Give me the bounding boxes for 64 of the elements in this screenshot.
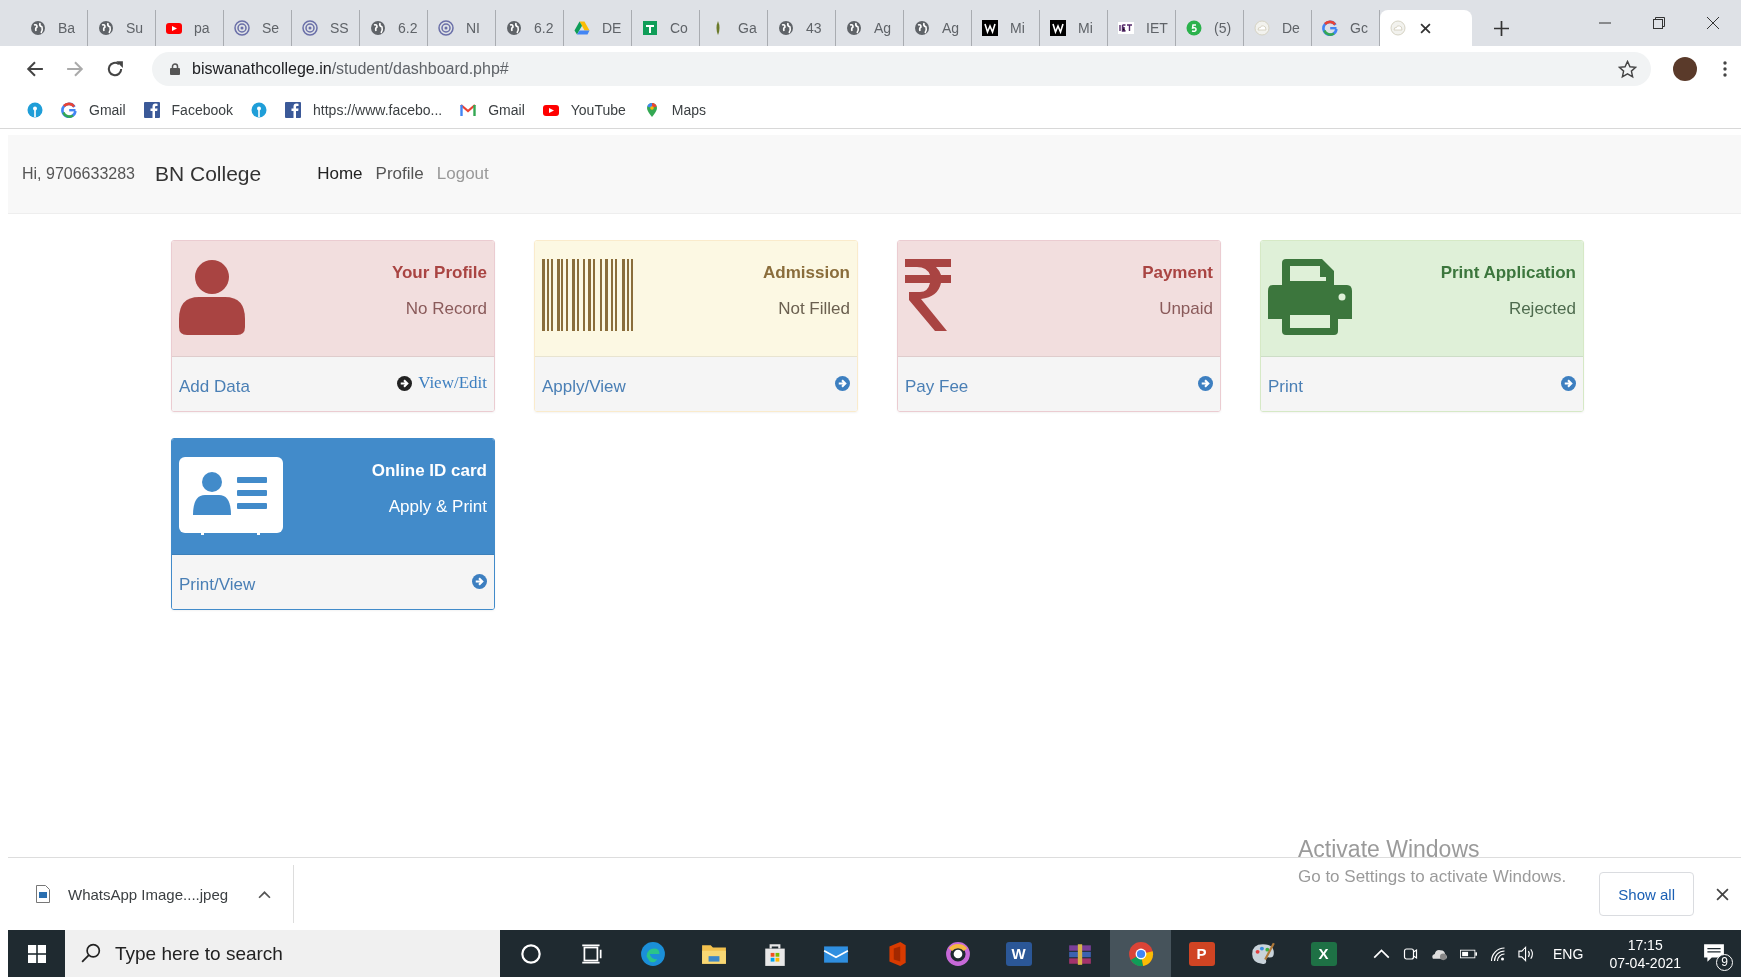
browser-tab[interactable]: Ag: [836, 10, 904, 46]
card-status: Not Filled: [778, 299, 850, 319]
card-status: Rejected: [1508, 299, 1576, 319]
browser-tab[interactable]: Ba: [20, 10, 88, 46]
browser-tab[interactable]: SS: [292, 10, 360, 46]
clock-time[interactable]: 17:15: [1627, 936, 1663, 953]
browser-tab[interactable]: Su: [88, 10, 156, 46]
language-indicator[interactable]: ENG: [1553, 945, 1584, 962]
url-path: /student/dashboard.php#: [331, 60, 509, 77]
activation-message: Go to Settings to activate Windows.: [1298, 867, 1567, 887]
browser-tab[interactable]: 43: [768, 10, 836, 46]
activation-title: Activate Windows: [1298, 836, 1481, 863]
card-link[interactable]: Add Data: [179, 371, 250, 397]
browser-tab[interactable]: NI: [428, 10, 496, 46]
spreadsheet-icon[interactable]: X: [1310, 941, 1337, 966]
browser-tab[interactable]: Mi: [1040, 10, 1108, 46]
view-edit-link[interactable]: View/Edit: [418, 373, 487, 393]
browser-tab[interactable]: Mi: [972, 10, 1040, 46]
browser-tab[interactable]: (5): [1176, 10, 1244, 46]
nav-link[interactable]: Logout: [436, 164, 489, 184]
browser-tab[interactable]: Ag: [904, 10, 972, 46]
card-status: Unpaid: [1159, 299, 1213, 319]
nav-link[interactable]: Profile: [375, 164, 424, 184]
browser-tab[interactable]: Ga: [700, 10, 768, 46]
address-bar[interactable]: biswanathcollege.in/student/dashboard.php#: [152, 52, 1651, 86]
nav-link[interactable]: Home: [317, 164, 363, 184]
browser-tab[interactable]: DE: [564, 10, 632, 46]
browser-tab[interactable]: Se: [224, 10, 292, 46]
browser-tab[interactable]: 6.2: [496, 10, 564, 46]
browser-tab[interactable]: IET: [1108, 10, 1176, 46]
card-link[interactable]: Pay Fee: [905, 371, 969, 397]
bookmark[interactable]: YouTube: [542, 102, 626, 118]
card-title: Admission: [763, 263, 850, 283]
bookmark[interactable]: Facebook: [143, 102, 234, 118]
browser-tab[interactable]: pa: [156, 10, 224, 46]
card-title: Print Application: [1440, 263, 1576, 283]
card-status: No Record: [405, 299, 487, 319]
card-link[interactable]: Print: [1268, 371, 1303, 397]
card-link[interactable]: Apply/View: [542, 371, 626, 397]
taskbar-button[interactable]: W: [988, 930, 1049, 977]
taskbar-search-field[interactable]: Type here to search: [65, 930, 500, 977]
bookmark[interactable]: Gmail: [460, 102, 525, 118]
card-title: Payment: [1142, 263, 1213, 283]
browser-tab[interactable]: Co: [632, 10, 700, 46]
bookmark[interactable]: Gmail: [61, 102, 126, 118]
greeting-text: Hi, 9706633283: [22, 165, 135, 183]
bookmark[interactable]: https://www.facebo...: [285, 102, 443, 118]
card-title: Online ID card: [371, 461, 487, 481]
taskbar-button[interactable]: X: [1293, 930, 1354, 977]
bookmark[interactable]: Maps: [643, 102, 707, 118]
taskbar-button[interactable]: P: [1171, 930, 1232, 977]
presentation-icon[interactable]: P: [1188, 941, 1215, 966]
url-domain: biswanathcollege.in: [192, 60, 332, 77]
card-status: Apply & Print: [388, 497, 487, 517]
brand-link[interactable]: BN College: [155, 162, 262, 186]
card-link[interactable]: Print/View: [179, 569, 256, 595]
show-all-button[interactable]: Show all: [1599, 872, 1694, 916]
notification-count: 9: [1716, 953, 1733, 971]
download-file-name[interactable]: WhatsApp Image....jpeg: [68, 885, 229, 903]
word-processor-icon[interactable]: W: [1005, 941, 1032, 966]
browser-tab[interactable]: 6.2: [360, 10, 428, 46]
browser-tab[interactable]: De: [1244, 10, 1312, 46]
card-title: Your Profile: [391, 263, 487, 283]
clock-date[interactable]: 07-04-2021: [1609, 954, 1681, 971]
